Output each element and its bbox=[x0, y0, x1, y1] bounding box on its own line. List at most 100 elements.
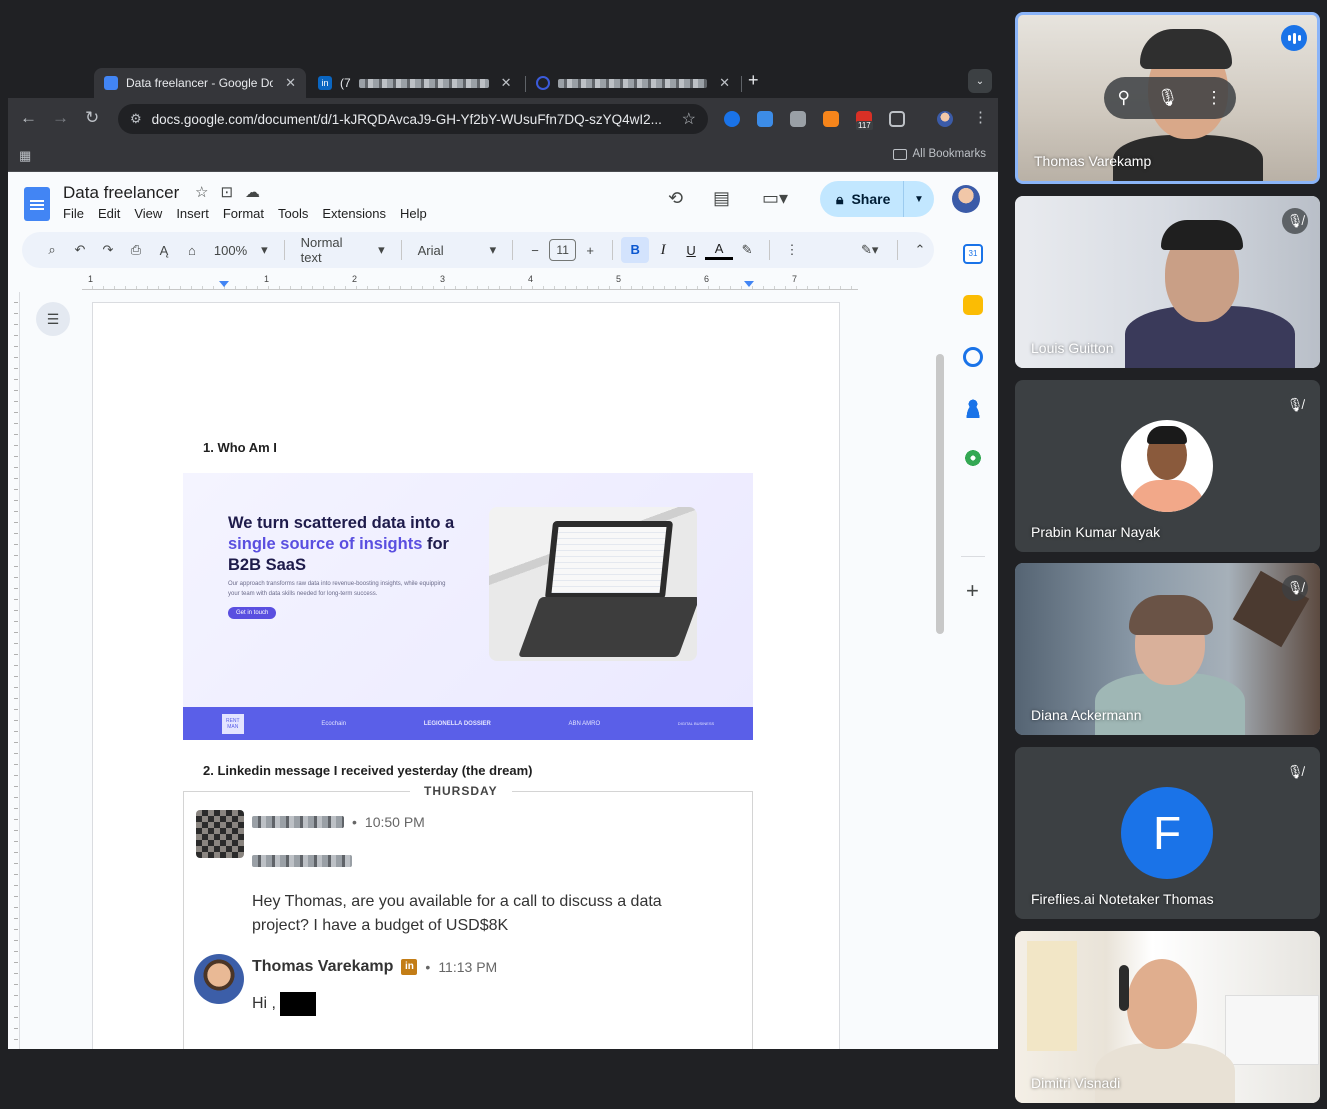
move-folder-icon[interactable]: ⊡ bbox=[220, 183, 233, 201]
account-avatar[interactable] bbox=[952, 185, 980, 213]
pin-icon[interactable]: ⚲ bbox=[1117, 88, 1129, 108]
address-bar[interactable]: ⚙ docs.google.com/document/d/1-kJRQDAvca… bbox=[118, 104, 708, 134]
microphone-icon[interactable]: 🎙︎ bbox=[1157, 88, 1179, 108]
italic-icon[interactable]: I bbox=[649, 242, 677, 259]
undo-icon[interactable]: ↶ bbox=[66, 242, 94, 258]
calendar-extension-icon[interactable]: 117 bbox=[856, 111, 873, 130]
close-tab-icon[interactable]: ✕ bbox=[719, 75, 730, 91]
highlight-color-icon[interactable]: ✎ bbox=[733, 242, 761, 258]
menu-help[interactable]: Help bbox=[400, 206, 427, 221]
scrollbar[interactable] bbox=[936, 354, 944, 634]
increase-font-size-icon[interactable]: + bbox=[576, 243, 604, 258]
participant-tile-louis[interactable]: 🎙︎̸ Louis Guitton bbox=[1015, 196, 1320, 368]
menu-insert[interactable]: Insert bbox=[176, 206, 209, 221]
share-dropdown-icon[interactable]: ▼ bbox=[904, 194, 934, 205]
camera-extension-icon[interactable] bbox=[790, 111, 806, 127]
editing-mode-icon[interactable]: ✎▾ bbox=[850, 242, 889, 258]
pixelated-avatar bbox=[196, 810, 244, 858]
hero-headline: We turn scattered data into a single sou… bbox=[228, 514, 455, 574]
keep-icon[interactable] bbox=[963, 295, 983, 315]
participant-name: Fireflies.ai Notetaker Thomas bbox=[1031, 891, 1214, 907]
participant-tile-diana[interactable]: 🎙︎̸ Diana Ackermann bbox=[1015, 563, 1320, 735]
participant-tile-dimitri[interactable]: Dimitri Visnadi bbox=[1015, 931, 1320, 1103]
participant-tile-thomas[interactable]: ⚲ 🎙︎ ⋮ Thomas Varekamp bbox=[1015, 12, 1320, 184]
horizontal-ruler[interactable]: 1 1 2 3 4 5 6 7 bbox=[82, 274, 858, 290]
extension-icon[interactable] bbox=[757, 111, 773, 127]
site-info-icon[interactable]: ⚙ bbox=[130, 111, 142, 127]
style-select[interactable]: Normal text ▾ bbox=[293, 235, 393, 265]
share-button[interactable]: 🔒︎ Share ▼ bbox=[820, 181, 934, 217]
comments-icon[interactable]: ▤ bbox=[713, 188, 730, 209]
tab-third[interactable]: ✕ bbox=[526, 68, 740, 98]
redo-icon[interactable]: ↷ bbox=[94, 242, 122, 258]
profile-avatar-icon[interactable] bbox=[937, 111, 953, 127]
bold-icon[interactable]: B bbox=[621, 237, 650, 263]
cap bbox=[1140, 29, 1232, 69]
contacts-icon[interactable] bbox=[963, 398, 983, 418]
thomas-avatar bbox=[194, 954, 244, 1004]
more-options-icon[interactable]: ⋮ bbox=[778, 242, 806, 258]
menu-format[interactable]: Format bbox=[223, 206, 264, 221]
tab-google-docs[interactable]: Data freelancer - Google Doc ✕ bbox=[94, 68, 306, 98]
tasks-icon[interactable] bbox=[963, 347, 983, 367]
headset-icon bbox=[1119, 965, 1129, 1011]
menu-file[interactable]: File bbox=[63, 206, 84, 221]
more-options-icon[interactable]: ⋮ bbox=[1206, 88, 1223, 108]
paint-format-icon[interactable]: ⌂ bbox=[178, 243, 206, 258]
right-indent-marker[interactable] bbox=[744, 281, 754, 287]
font-size-input[interactable]: 11 bbox=[549, 239, 577, 261]
version-history-icon[interactable]: ⟲ bbox=[668, 188, 683, 209]
forward-icon[interactable]: → bbox=[52, 108, 69, 128]
blurred-sender-title bbox=[252, 855, 352, 867]
browser-toolbar: ← → ↻ ⚙ docs.google.com/document/d/1-kJR… bbox=[8, 98, 998, 140]
get-add-ons-icon[interactable]: + bbox=[966, 578, 979, 604]
muted-mic-icon: 🎙︎̸ bbox=[1282, 759, 1308, 785]
star-icon[interactable]: ☆ bbox=[195, 183, 208, 201]
back-icon[interactable]: ← bbox=[20, 108, 37, 128]
document-title[interactable]: Data freelancer bbox=[63, 183, 179, 203]
muted-mic-icon: 🎙︎̸ bbox=[1282, 208, 1308, 234]
participant-tile-fireflies[interactable]: F 🎙︎̸ Fireflies.ai Notetaker Thomas bbox=[1015, 747, 1320, 919]
menu-edit[interactable]: Edit bbox=[98, 206, 120, 221]
underline-icon[interactable]: U bbox=[677, 243, 705, 258]
extensions-puzzle-icon[interactable] bbox=[889, 111, 905, 127]
collapse-menus-icon[interactable]: ⌃ bbox=[906, 242, 934, 258]
logo-rentman: RENT MAN bbox=[221, 713, 244, 734]
document-page[interactable]: 1. Who Am I We turn scattered data into … bbox=[92, 302, 840, 1049]
meet-camera-icon[interactable]: ▭▾ bbox=[762, 188, 788, 209]
maps-icon[interactable] bbox=[963, 450, 983, 470]
calendar-icon[interactable]: 31 bbox=[963, 244, 983, 264]
close-tab-icon[interactable]: ✕ bbox=[285, 75, 296, 91]
close-tab-icon[interactable]: ✕ bbox=[501, 75, 512, 91]
menu-extensions[interactable]: Extensions bbox=[322, 206, 386, 221]
bookmark-star-icon[interactable]: ☆ bbox=[682, 109, 696, 129]
print-icon[interactable]: ⎙ bbox=[122, 242, 150, 258]
search-menus-icon[interactable]: ⌕ bbox=[38, 242, 66, 258]
tab-linkedin[interactable]: in (7 ✕ bbox=[308, 68, 522, 98]
left-indent-marker[interactable] bbox=[219, 281, 229, 287]
extension-icon[interactable] bbox=[724, 111, 740, 127]
browser-menu-icon[interactable]: ⋮ bbox=[973, 108, 988, 126]
menu-view[interactable]: View bbox=[134, 206, 162, 221]
metamask-extension-icon[interactable] bbox=[823, 111, 839, 127]
website-screenshot: We turn scattered data into a single sou… bbox=[183, 473, 753, 707]
reply-time: 11:13 PM bbox=[438, 959, 498, 975]
zoom-select[interactable]: 100% ▾ bbox=[206, 242, 276, 258]
reload-icon[interactable]: ↻ bbox=[85, 108, 99, 128]
all-bookmarks[interactable]: All Bookmarks bbox=[892, 148, 986, 160]
menu-tools[interactable]: Tools bbox=[278, 206, 308, 221]
font-select[interactable]: Arial ▾ bbox=[410, 242, 505, 258]
d-favicon-icon bbox=[536, 76, 550, 90]
spellcheck-icon[interactable]: Ą bbox=[150, 243, 178, 258]
new-tab-button[interactable]: + bbox=[748, 70, 759, 91]
google-docs-logo-icon[interactable] bbox=[24, 187, 50, 221]
text-color-icon[interactable]: A bbox=[705, 241, 734, 260]
document-outline-icon[interactable]: ☰ bbox=[36, 302, 70, 336]
participant-tile-prabin[interactable]: 🎙︎̸ Prabin Kumar Nayak bbox=[1015, 380, 1320, 552]
decrease-font-size-icon[interactable]: − bbox=[521, 243, 549, 258]
side-panel: 31 + › bbox=[953, 232, 998, 1049]
tab-search-button[interactable]: ⌄ bbox=[968, 69, 992, 93]
apps-grid-icon[interactable]: ▦ bbox=[19, 148, 31, 164]
linkedin-favicon-icon: in bbox=[318, 76, 332, 90]
cloud-saved-icon[interactable]: ☁ bbox=[245, 183, 260, 201]
